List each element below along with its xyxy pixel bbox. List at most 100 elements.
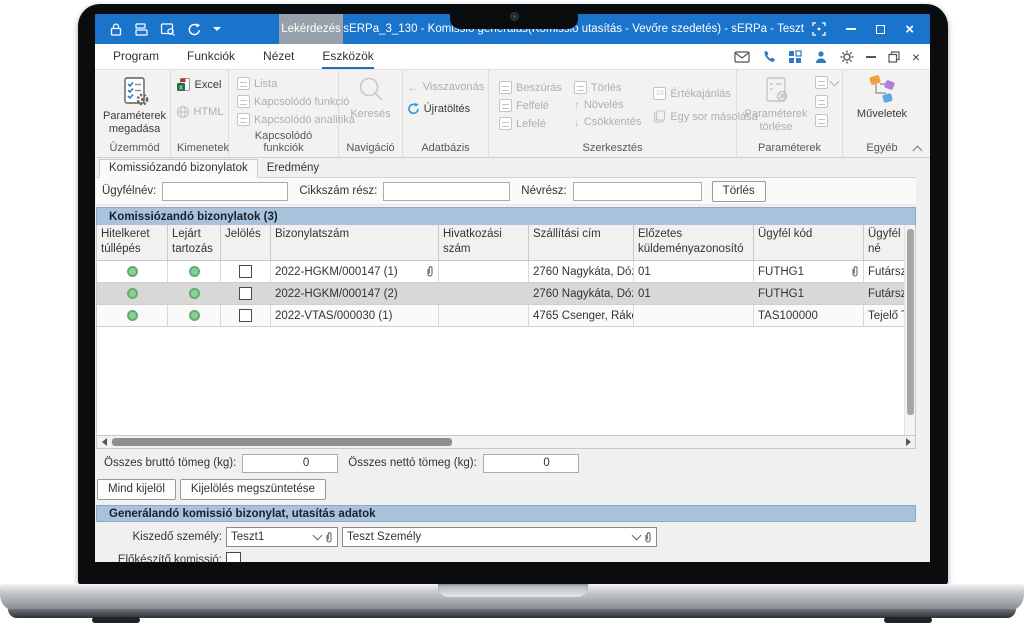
kiszedo-kod-combobox[interactable]: Teszt1 <box>226 527 338 547</box>
focus-mode-icon[interactable] <box>812 22 826 36</box>
combo-chevron-icon[interactable] <box>313 531 323 541</box>
beszuras-button[interactable]: Beszúrás <box>499 81 562 94</box>
refresh-icon[interactable] <box>187 22 202 37</box>
table-row[interactable]: 2022-HGKM/000147 (1) 2760 Nagykáta, Dózs… <box>97 261 906 283</box>
parameters-checklist-gear-icon <box>120 75 150 107</box>
tab-eredmeny[interactable]: Eredmény <box>258 160 328 177</box>
dropdown-caret-icon[interactable] <box>213 27 221 31</box>
kereses-button[interactable]: Keresés <box>343 73 399 121</box>
row-select-checkbox[interactable] <box>239 265 252 278</box>
grid-group-header: Komissiózandó bizonylatok (3) <box>96 207 916 225</box>
restore-window-icon[interactable] <box>888 51 900 63</box>
ribbon-group-egyeb: Műveletek Egyéb <box>843 70 921 157</box>
paperclip-icon[interactable] <box>644 531 652 544</box>
parameterek-megadasa-button[interactable]: Paraméterek megadása <box>101 73 168 135</box>
column-header[interactable]: Szállítási cím <box>529 225 634 261</box>
user-icon[interactable] <box>814 50 828 64</box>
felfele-button[interactable]: Felfelé <box>499 99 562 112</box>
totals-bar: Összes bruttó tömeg (kg): 0 Összes nettó… <box>96 449 916 477</box>
column-header[interactable]: Hivatkozási szám <box>439 225 529 261</box>
row-select-checkbox[interactable] <box>239 309 252 322</box>
ugyfelnev-input[interactable] <box>162 182 288 201</box>
selection-buttons: Mind kijelöl Kijelölés megszüntetése <box>96 477 916 501</box>
serpa-app-window: Lekérdezés sERPa_3_130 - Komissió generá… <box>95 14 930 562</box>
value-suggestion-calendar-icon: 23 <box>653 87 666 100</box>
ribbon-group-kapcsolodo: Lista Kapcsolódó funkció Kapcsolódó anal… <box>229 70 339 157</box>
column-header[interactable]: Bizonylatszám <box>271 225 439 261</box>
column-header[interactable]: Jelölés <box>221 225 271 261</box>
filter-torles-button[interactable]: Törlés <box>712 181 766 202</box>
paperclip-icon[interactable] <box>325 531 333 544</box>
column-header[interactable]: Hitelkeret túllépés <box>97 225 168 261</box>
mind-kijelol-button[interactable]: Mind kijelöl <box>97 479 176 500</box>
move-down-row-icon <box>499 117 512 130</box>
scroll-left-arrow[interactable] <box>98 436 110 448</box>
close-pane-icon[interactable]: × <box>912 49 920 65</box>
column-header[interactable]: Ügyfél né <box>864 225 906 261</box>
table-row[interactable]: 2022-VTAS/000030 (1) 4765 Csenger, Rákóc… <box>97 305 906 327</box>
generate-section-header: Generálandó komissió bizonylat, utasítás… <box>96 505 916 522</box>
collapse-ribbon-icon[interactable] <box>913 144 922 153</box>
group-label-egyeb: Egyéb <box>845 141 919 156</box>
scroll-right-arrow[interactable] <box>902 436 914 448</box>
horizontal-scrollbar-thumb[interactable] <box>112 438 452 446</box>
visszavonas-button[interactable]: ← Visszavonás <box>407 81 485 93</box>
ujratoltes-button[interactable]: Újratöltés <box>407 102 485 115</box>
list-document-icon <box>237 77 250 90</box>
cikkszam-input[interactable] <box>383 182 510 201</box>
window-search-icon[interactable] <box>160 22 176 37</box>
lock-icon[interactable] <box>109 22 123 37</box>
menu-funkciok[interactable]: Funkciók <box>187 45 235 68</box>
apps-grid-icon[interactable] <box>788 50 802 64</box>
parameterek-torlese-button[interactable]: Paraméterek törlése <box>741 73 811 133</box>
parameter-dropdown-icon[interactable] <box>830 76 840 86</box>
laptop-base <box>0 584 1024 611</box>
tab-komissiozando-bizonylatok[interactable]: Komissiózandó bizonylatok <box>99 159 258 178</box>
parameter-gear-icon[interactable] <box>815 114 828 127</box>
parameter-save-icon[interactable] <box>815 95 828 108</box>
lista-button[interactable]: Lista <box>237 77 355 90</box>
vertical-scrollbar[interactable] <box>904 225 915 435</box>
menu-eszkozok[interactable]: Eszközök <box>322 45 373 68</box>
parameter-set-icon[interactable] <box>815 76 828 89</box>
settings-gear-icon[interactable] <box>840 50 854 64</box>
nevresz-label: Névrész: <box>521 185 566 197</box>
phone-icon[interactable] <box>762 50 776 64</box>
maximize-button[interactable] <box>876 25 885 34</box>
menu-nezet[interactable]: Nézet <box>263 45 294 68</box>
vertical-scrollbar-thumb[interactable] <box>907 229 914 415</box>
nevresz-input[interactable] <box>573 182 702 201</box>
column-header[interactable]: Lejárt tartozás <box>168 225 221 261</box>
ribbon-group-adatbazis: ← Visszavonás Újratöltés Adatbázis <box>403 70 489 157</box>
horizontal-scrollbar[interactable] <box>96 436 916 449</box>
torles-button[interactable]: Törlés <box>574 81 641 94</box>
csokkentes-button[interactable]: ↓Csökkentés <box>574 116 641 128</box>
row-select-checkbox[interactable] <box>239 287 252 300</box>
kijeloles-megszuntetese-button[interactable]: Kijelölés megszüntetése <box>180 479 326 500</box>
combo-chevron-icon[interactable] <box>632 531 642 541</box>
mail-icon[interactable] <box>734 51 750 63</box>
menu-program[interactable]: Program <box>113 45 159 68</box>
noveles-button[interactable]: ↑Növelés <box>574 99 641 111</box>
brutto-tomeg-value[interactable]: 0 <box>242 454 338 473</box>
excel-export-button[interactable]: x Excel <box>176 77 224 92</box>
elokeszito-komissio-checkbox[interactable] <box>226 552 241 562</box>
kapcsolodo-analitika-button[interactable]: Kapcsolódó analitika <box>237 113 355 126</box>
delete-row-icon <box>574 81 587 94</box>
column-header[interactable]: Előzetes küldeményazonosító <box>634 225 754 261</box>
kiszedo-nev-combobox[interactable]: Teszt Személy <box>342 527 657 547</box>
html-export-button[interactable]: HTML <box>176 105 224 119</box>
minimize-button[interactable] <box>846 28 856 30</box>
tab-lekerdezes[interactable]: Lekérdezés <box>279 14 343 44</box>
lefele-button[interactable]: Lefelé <box>499 117 562 130</box>
column-header[interactable]: Ügyfél kód <box>754 225 864 261</box>
ribbon-minimize-icon[interactable] <box>866 56 876 58</box>
kapcsolodo-funkcio-button[interactable]: Kapcsolódó funkció <box>237 95 355 108</box>
close-button[interactable]: × <box>905 22 914 37</box>
elokeszito-komissio-label: Előkészítő komissió: <box>96 554 226 563</box>
netto-tomeg-value[interactable]: 0 <box>483 454 579 473</box>
group-label-kapcsolodo: Kapcsolódó funkciók <box>231 129 336 156</box>
window-stack-icon[interactable] <box>134 22 149 37</box>
muveletek-button[interactable]: Műveletek <box>847 73 917 121</box>
table-row[interactable]: 2022-HGKM/000147 (2) 2760 Nagykáta, Dózs… <box>97 283 906 305</box>
